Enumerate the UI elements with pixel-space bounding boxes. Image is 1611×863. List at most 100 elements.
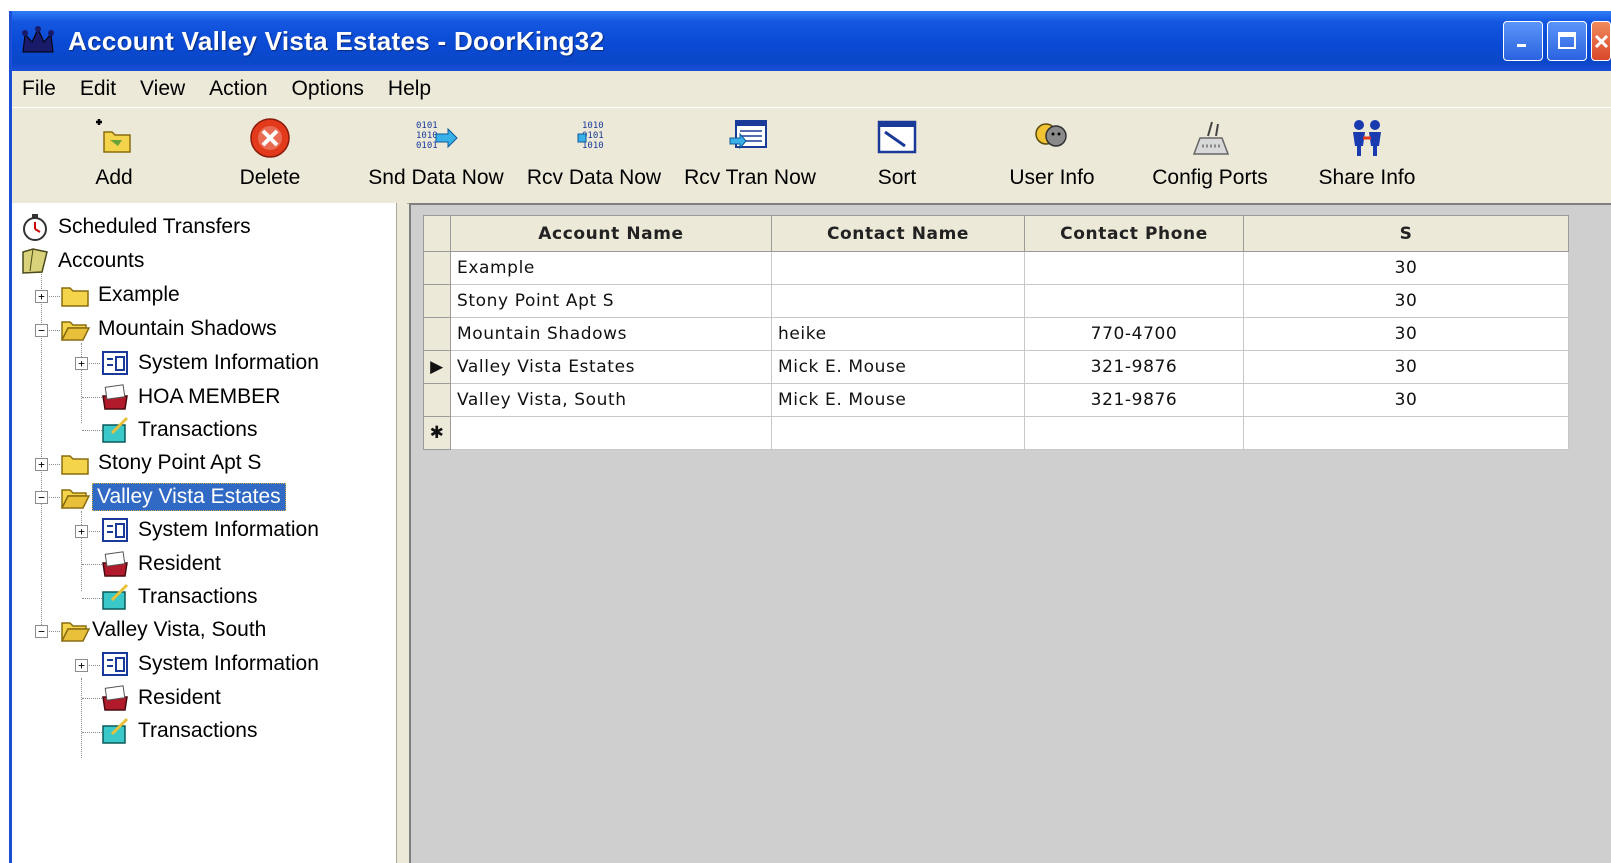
tree-item-valley-vista-estates[interactable]: Valley Vista Estates (60, 481, 286, 513)
cell-s[interactable]: 30 (1243, 284, 1569, 318)
tree-item-transactions[interactable]: Transactions (100, 581, 257, 613)
user-info-icon (1035, 123, 1067, 147)
menu-file[interactable]: File (12, 77, 68, 101)
table-row[interactable]: Example 30 (423, 251, 1569, 285)
column-header-contact-phone[interactable]: Contact Phone (1024, 215, 1244, 252)
expand-toggle[interactable]: + (75, 357, 88, 370)
cell-contact-phone[interactable]: 321-9876 (1024, 350, 1244, 384)
cell-contact-name[interactable] (771, 284, 1025, 318)
column-header-contact-name[interactable]: Contact Name (771, 215, 1025, 252)
menu-action[interactable]: Action (197, 77, 279, 101)
new-row-cell[interactable] (450, 416, 772, 450)
table-row[interactable]: Valley Vista, South Mick E. Mouse 321-9876… (423, 383, 1569, 417)
column-header-s[interactable]: S (1243, 215, 1569, 252)
cell-contact-phone[interactable] (1024, 284, 1244, 318)
folder-icon (61, 287, 89, 307)
cell-contact-name[interactable]: Mick E. Mouse (771, 350, 1025, 384)
tree-label: Resident (138, 552, 221, 575)
new-row-cell[interactable] (1024, 416, 1244, 450)
tree-item-resident[interactable]: Resident (100, 682, 221, 714)
cell-account-name[interactable]: Example (450, 251, 772, 285)
tree-item-system-information[interactable]: System Information (100, 347, 319, 379)
cell-account-name[interactable]: Valley Vista Estates (450, 350, 772, 384)
tree-item-system-information[interactable]: System Information (100, 648, 319, 680)
add-button[interactable]: Add (79, 112, 149, 200)
collapse-toggle[interactable]: − (35, 324, 48, 337)
tree-item-transactions[interactable]: Transactions (100, 414, 257, 446)
row-selector[interactable]: ▶ (423, 350, 451, 384)
new-row-marker[interactable]: ✱ (423, 416, 451, 450)
cell-contact-name[interactable] (771, 251, 1025, 285)
tree-item-valley-vista-south[interactable]: Valley Vista, South (60, 614, 266, 646)
config-ports-button[interactable]: Config Ports (1140, 112, 1280, 200)
open-folder-icon (60, 321, 90, 341)
receive-data-now-button[interactable]: 1010 0101 1010 Rcv Data Now (519, 112, 669, 200)
tree-item-resident[interactable]: Resident (100, 548, 221, 580)
tree-item-stony-point[interactable]: Stony Point Apt S (60, 447, 261, 479)
collapse-toggle[interactable]: − (35, 491, 48, 504)
menu-view[interactable]: View (128, 77, 197, 101)
delete-button[interactable]: Delete (230, 112, 310, 200)
send-data-now-button[interactable]: 0101 1010 0101 Snd Data Now (361, 112, 511, 200)
grid-corner[interactable] (423, 215, 451, 252)
new-record-row[interactable]: ✱ (423, 416, 1569, 450)
expand-toggle[interactable]: + (35, 290, 48, 303)
table-row[interactable]: ▶ Valley Vista Estates Mick E. Mouse 321-98… (423, 350, 1569, 384)
cell-contact-phone[interactable]: 770-4700 (1024, 317, 1244, 351)
menu-options[interactable]: Options (280, 77, 376, 101)
config-ports-label: Config Ports (1152, 166, 1268, 189)
row-selector[interactable] (423, 383, 451, 417)
menu-edit[interactable]: Edit (68, 77, 128, 101)
open-book-icon (22, 248, 48, 274)
tree-line (82, 732, 102, 733)
crown-icon[interactable] (18, 21, 58, 61)
maximize-button[interactable] (1547, 21, 1587, 61)
menu-help[interactable]: Help (376, 77, 443, 101)
tree-line (82, 598, 102, 599)
sort-button[interactable]: Sort (862, 112, 932, 200)
tree-line (82, 698, 102, 699)
expand-toggle[interactable]: + (75, 659, 88, 672)
tree-item-hoa-member[interactable]: HOA MEMBER (100, 381, 280, 413)
collapse-toggle[interactable]: − (35, 625, 48, 638)
cell-s[interactable]: 30 (1243, 383, 1569, 417)
expand-toggle[interactable]: + (35, 458, 48, 471)
share-info-icon (1353, 120, 1381, 156)
cell-contact-phone[interactable] (1024, 251, 1244, 285)
tree-item-accounts[interactable]: Accounts (20, 245, 144, 277)
user-info-button[interactable]: User Info (997, 112, 1107, 200)
cell-contact-name[interactable]: Mick E. Mouse (771, 383, 1025, 417)
tree-item-example[interactable]: Example (60, 279, 180, 311)
cell-account-name[interactable]: Stony Point Apt S (450, 284, 772, 318)
row-selector[interactable] (423, 251, 451, 285)
cell-contact-name[interactable]: heike (771, 317, 1025, 351)
column-header-account-name[interactable]: Account Name (450, 215, 772, 252)
pane-splitter[interactable] (396, 203, 407, 863)
accounts-grid[interactable]: Account Name Contact Name Contact Phone … (423, 215, 1569, 450)
new-row-cell[interactable] (771, 416, 1025, 450)
receive-transactions-now-button[interactable]: Rcv Tran Now (676, 112, 824, 200)
share-info-button[interactable]: Share Info (1307, 112, 1427, 200)
cell-contact-phone[interactable]: 321-9876 (1024, 383, 1244, 417)
row-selector[interactable] (423, 317, 451, 351)
table-row[interactable]: Mountain Shadows heike 770-4700 30 (423, 317, 1569, 351)
tree-item-mountain-shadows[interactable]: Mountain Shadows (60, 313, 277, 345)
table-row[interactable]: Stony Point Apt S 30 (423, 284, 1569, 318)
cell-account-name[interactable]: Mountain Shadows (450, 317, 772, 351)
tree-item-system-information[interactable]: System Information (100, 514, 319, 546)
cell-s[interactable]: 30 (1243, 350, 1569, 384)
title-bar[interactable]: Account Valley Vista Estates - DoorKing3… (12, 11, 1611, 71)
cell-s[interactable]: 30 (1243, 317, 1569, 351)
tree-item-scheduled-transfers[interactable]: Scheduled Transfers (20, 211, 251, 243)
close-button[interactable] (1591, 21, 1611, 61)
system-info-icon (102, 518, 128, 542)
new-row-cell[interactable] (1243, 416, 1569, 450)
row-selector[interactable] (423, 284, 451, 318)
minimize-button[interactable] (1503, 21, 1543, 61)
cell-s[interactable]: 30 (1243, 251, 1569, 285)
tree-item-transactions[interactable]: Transactions (100, 715, 257, 747)
cell-account-name[interactable]: Valley Vista, South (450, 383, 772, 417)
system-info-icon (102, 652, 128, 676)
expand-toggle[interactable]: + (75, 525, 88, 538)
account-tree[interactable]: Scheduled Transfers Accounts + Example − (12, 203, 399, 863)
